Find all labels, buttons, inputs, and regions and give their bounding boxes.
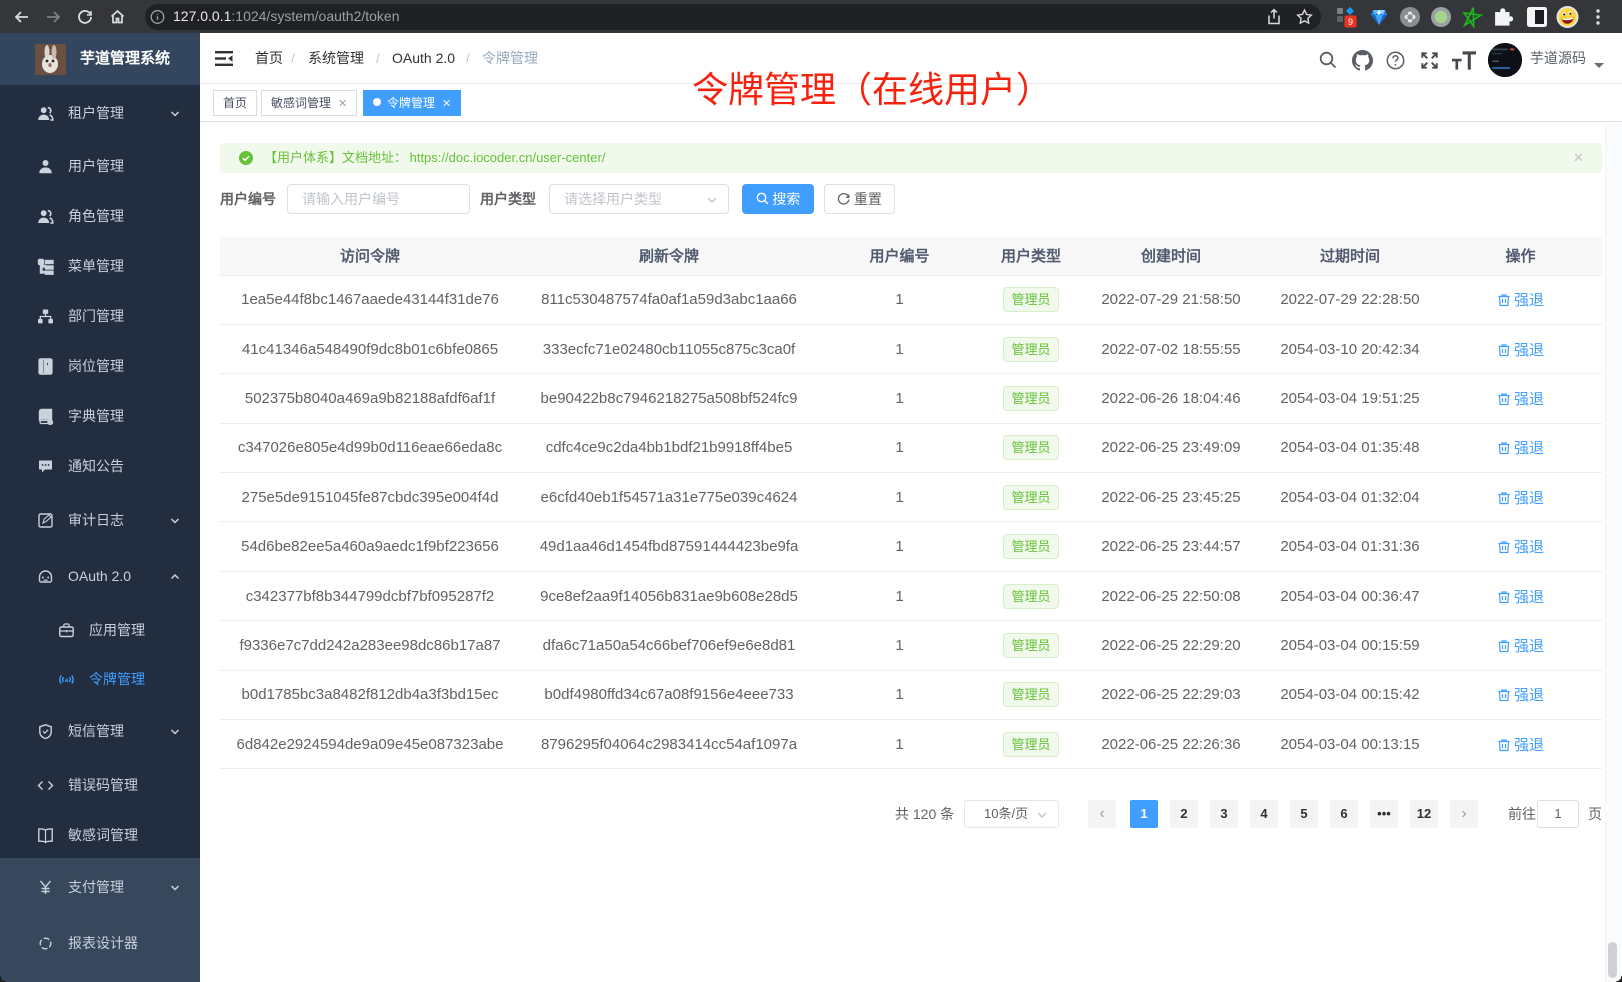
svg-text:a: a	[65, 677, 69, 684]
svg-text:9: 9	[1348, 17, 1353, 27]
